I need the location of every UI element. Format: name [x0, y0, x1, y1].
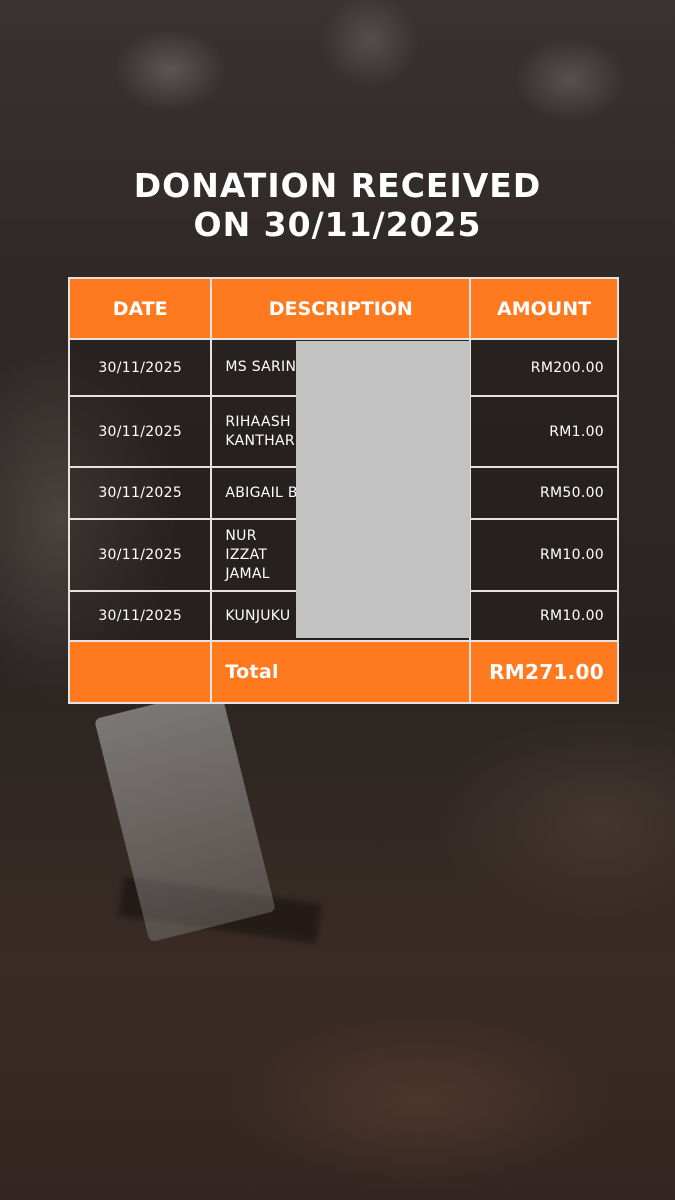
row-date: 30/11/2025: [67, 518, 213, 592]
row-date: 30/11/2025: [67, 590, 213, 642]
redaction-box: [296, 341, 470, 638]
row-date: 30/11/2025: [67, 395, 213, 468]
row-description-text: NUR IZZAT JAMAL: [225, 527, 270, 582]
row-description-text: RIHAASH KANTHAR: [225, 413, 295, 449]
total-row: Total RM271.00: [67, 640, 619, 704]
total-amount: RM271.00: [469, 640, 619, 704]
row-amount: RM200.00: [469, 338, 619, 397]
table-header-row: DATE DESCRIPTION AMOUNT: [67, 277, 619, 340]
row-date: 30/11/2025: [67, 466, 213, 520]
total-label: Total: [210, 640, 472, 704]
header-description: DESCRIPTION: [210, 277, 472, 340]
row-date: 30/11/2025: [67, 338, 213, 397]
row-amount: RM10.00: [469, 590, 619, 642]
row-amount: RM50.00: [469, 466, 619, 520]
row-amount: RM1.00: [469, 395, 619, 468]
header-date: DATE: [67, 277, 213, 340]
title-line-2: ON 30/11/2025: [193, 205, 482, 244]
row-amount: RM10.00: [469, 518, 619, 592]
title-line-1: DONATION RECEIVED: [133, 166, 542, 205]
page-title: DONATION RECEIVED ON 30/11/2025: [0, 166, 675, 244]
total-empty-cell: [67, 640, 213, 704]
header-amount: AMOUNT: [469, 277, 619, 340]
